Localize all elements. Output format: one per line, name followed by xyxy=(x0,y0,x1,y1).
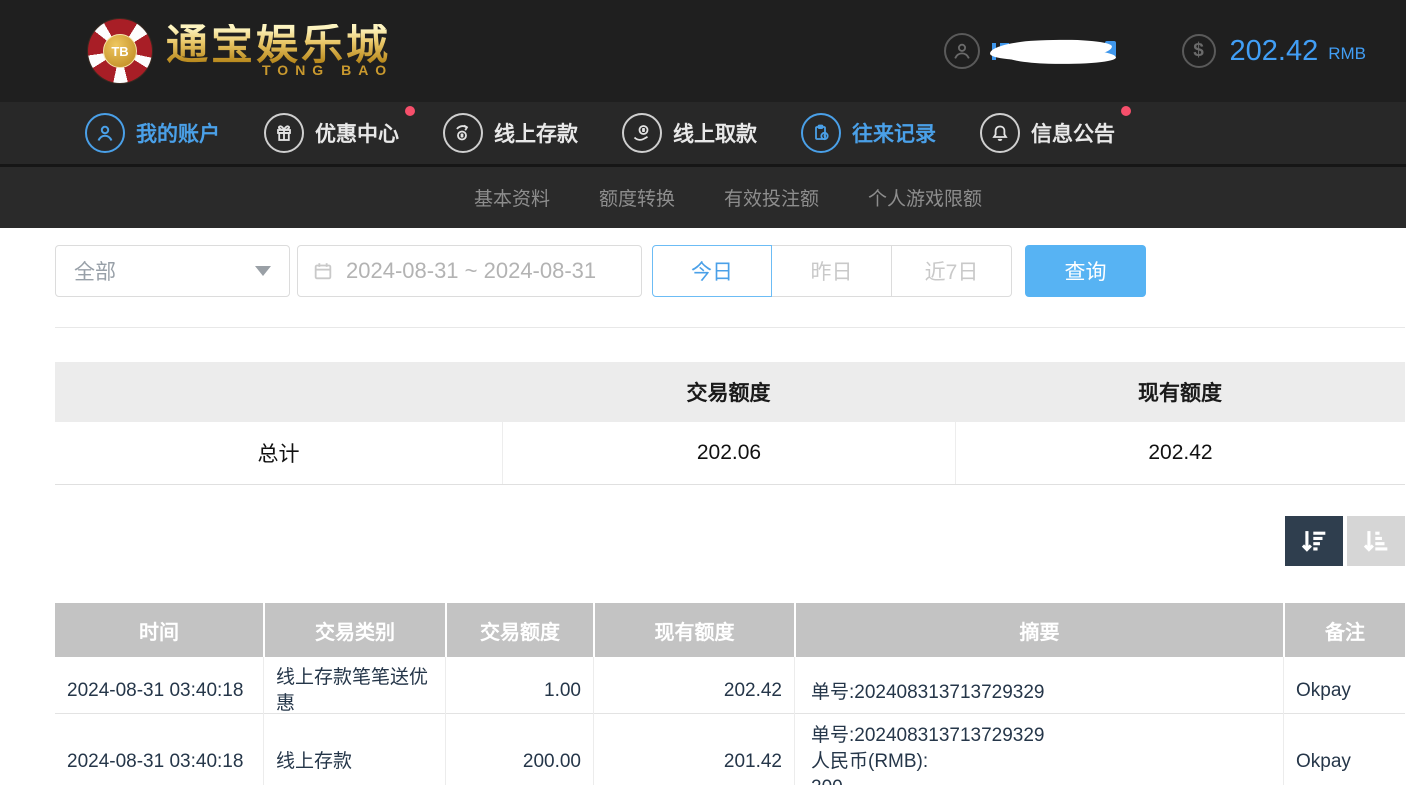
type-select[interactable]: 全部 xyxy=(55,245,290,297)
summary-header-trade-amount: 交易额度 xyxy=(502,362,955,422)
brand-logo[interactable]: TB 通宝娱乐城 TONG BAO xyxy=(88,19,393,83)
nav-item-my-account[interactable]: 我的账户 xyxy=(85,113,220,153)
cell-time: 2024-08-31 03:40:18 xyxy=(55,714,263,785)
hand-coin-withdraw-icon xyxy=(622,113,662,153)
records-table: 时间 交易类别 交易额度 现有额度 摘要 备注 2024-08-31 03:40… xyxy=(55,603,1405,785)
dollar-coin-icon: $ xyxy=(1182,34,1216,68)
sort-descending-icon xyxy=(1297,524,1331,558)
date-range-value: 2024-08-31 ~ 2024-08-31 xyxy=(346,258,596,284)
quick-button-last7days[interactable]: 近7日 xyxy=(892,245,1012,297)
cell-summary: 单号:202408313713729329 人民币(RMB): 200 xyxy=(794,714,1283,785)
hand-coin-deposit-icon xyxy=(443,113,483,153)
col-header-balance: 现有额度 xyxy=(593,603,794,657)
nav-item-online-deposit[interactable]: 线上存款 xyxy=(443,113,578,153)
cell-balance: 201.42 xyxy=(593,714,794,785)
user-icon xyxy=(944,33,980,69)
col-header-type: 交易类别 xyxy=(263,603,445,657)
sort-toolbar xyxy=(55,516,1405,566)
top-header: TB 通宝娱乐城 TONG BAO $ 202.42 RMB xyxy=(0,0,1406,102)
summary-total-row: 总计 202.06 202.42 xyxy=(55,422,1405,485)
summary-header-empty xyxy=(55,362,502,422)
balance-currency: RMB xyxy=(1328,38,1366,64)
summary-table-header: 交易额度 现有额度 xyxy=(55,362,1405,422)
summary-header-current-amount: 现有额度 xyxy=(955,362,1405,422)
cell-amount: 200.00 xyxy=(445,714,593,785)
subnav-item-credit-transfer[interactable]: 额度转换 xyxy=(599,184,675,211)
chevron-down-icon xyxy=(255,266,271,276)
quick-button-today[interactable]: 今日 xyxy=(652,245,772,297)
nav-item-announcements[interactable]: 信息公告 xyxy=(980,113,1115,153)
sort-descending-button[interactable] xyxy=(1285,516,1343,566)
cell-remark: Okpay xyxy=(1283,714,1405,785)
table-row: 2024-08-31 03:40:18 线上存款笔笔送优惠 1.00 202.4… xyxy=(55,657,1405,714)
summary-total-label: 总计 xyxy=(55,422,502,484)
divider xyxy=(55,327,1405,328)
gift-icon xyxy=(264,113,304,153)
col-header-remark: 备注 xyxy=(1283,603,1405,657)
subnav-item-valid-bets[interactable]: 有效投注额 xyxy=(724,184,819,211)
cell-type: 线上存款 xyxy=(263,714,445,785)
sort-ascending-button[interactable] xyxy=(1347,516,1405,566)
query-button[interactable]: 查询 xyxy=(1025,245,1146,297)
main-nav: 我的账户 优惠中心 线上存款 线上取款 xyxy=(0,102,1406,167)
notification-dot xyxy=(1121,106,1131,116)
nav-item-transaction-records[interactable]: 往来记录 xyxy=(801,113,936,153)
summary-table: 交易额度 现有额度 总计 202.06 202.42 xyxy=(55,362,1405,485)
calendar-icon xyxy=(312,260,334,282)
clipboard-clock-icon xyxy=(801,113,841,153)
brand-name-en: TONG BAO xyxy=(262,62,393,78)
user-circle-icon xyxy=(85,113,125,153)
chip-monogram: TB xyxy=(103,34,137,68)
bell-icon xyxy=(980,113,1020,153)
summary-current-amount: 202.42 xyxy=(955,422,1405,484)
nav-item-online-withdraw[interactable]: 线上取款 xyxy=(622,113,757,153)
quick-button-yesterday[interactable]: 昨日 xyxy=(772,245,892,297)
brand-name-cn: 通宝娱乐城 xyxy=(166,24,393,66)
notification-dot xyxy=(405,106,415,116)
sub-nav: 基本资料 额度转换 有效投注额 个人游戏限额 xyxy=(0,167,1406,228)
records-table-header: 时间 交易类别 交易额度 现有额度 摘要 备注 xyxy=(55,603,1405,657)
account-chip[interactable] xyxy=(944,33,1118,69)
summary-trade-amount: 202.06 xyxy=(502,422,955,484)
balance-amount: 202.42 xyxy=(1230,35,1319,68)
nav-item-promotions[interactable]: 优惠中心 xyxy=(264,113,399,153)
sort-ascending-icon xyxy=(1359,524,1393,558)
subnav-item-basic-info[interactable]: 基本资料 xyxy=(474,184,550,211)
date-quick-segment: 今日 昨日 近7日 xyxy=(652,245,1012,297)
subnav-item-personal-game-limit[interactable]: 个人游戏限额 xyxy=(868,184,982,211)
table-row: 2024-08-31 03:40:18 线上存款 200.00 201.42 单… xyxy=(55,714,1405,785)
balance-display: $ 202.42 RMB xyxy=(1182,34,1366,68)
col-header-time: 时间 xyxy=(55,603,263,657)
casino-chip-icon: TB xyxy=(88,19,152,83)
type-select-value: 全部 xyxy=(74,256,116,286)
username-redacted xyxy=(990,34,1118,68)
col-header-amount: 交易额度 xyxy=(445,603,593,657)
col-header-summary: 摘要 xyxy=(794,603,1283,657)
filter-bar: 全部 2024-08-31 ~ 2024-08-31 今日 昨日 近7日 查询 xyxy=(55,245,1405,297)
date-range-input[interactable]: 2024-08-31 ~ 2024-08-31 xyxy=(297,245,642,297)
